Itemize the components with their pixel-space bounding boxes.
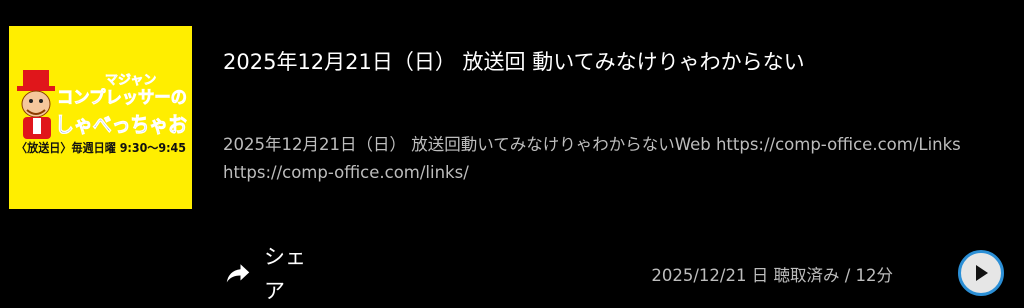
share-button[interactable]: シェア xyxy=(223,240,312,308)
program-logo: マジャン コンプレッサーの しゃべっちゃお 〈放送日〉毎週日曜 9:30～9:4… xyxy=(16,70,187,155)
episode-meta: 2025/12/21 日 聴取済み / 12分 xyxy=(651,266,893,285)
share-arrow-icon xyxy=(226,264,250,283)
episode-description: 2025年12月21日（日） 放送回動いてみなけりゃわからないWeb https… xyxy=(223,131,1024,187)
play-icon xyxy=(976,265,988,281)
episode-thumbnail[interactable]: マジャン コンプレッサーの しゃべっちゃお 〈放送日〉毎週日曜 9:30～9:4… xyxy=(9,26,192,209)
description-line: 2025年12月21日（日） 放送回動いてみなけりゃわからないWeb https… xyxy=(223,135,961,154)
svg-text:〈放送日〉毎週日曜 9:30～9:45: 〈放送日〉毎週日曜 9:30～9:45 xyxy=(16,140,186,155)
svg-text:しゃべっちゃお: しゃべっちゃお xyxy=(55,113,187,137)
svg-text:コンプレッサーの: コンプレッサーの xyxy=(57,87,187,108)
svg-text:マジャン: マジャン xyxy=(105,73,156,88)
play-button[interactable] xyxy=(958,250,1004,296)
share-label: シェア xyxy=(264,245,306,303)
episode-title[interactable]: 2025年12月21日（日） 放送回 動いてみなけりゃわからない xyxy=(223,46,805,76)
episode-item: マジャン コンプレッサーの しゃべっちゃお 〈放送日〉毎週日曜 9:30～9:4… xyxy=(0,0,1024,308)
description-link[interactable]: https://comp-office.com/links/ xyxy=(223,159,1024,187)
